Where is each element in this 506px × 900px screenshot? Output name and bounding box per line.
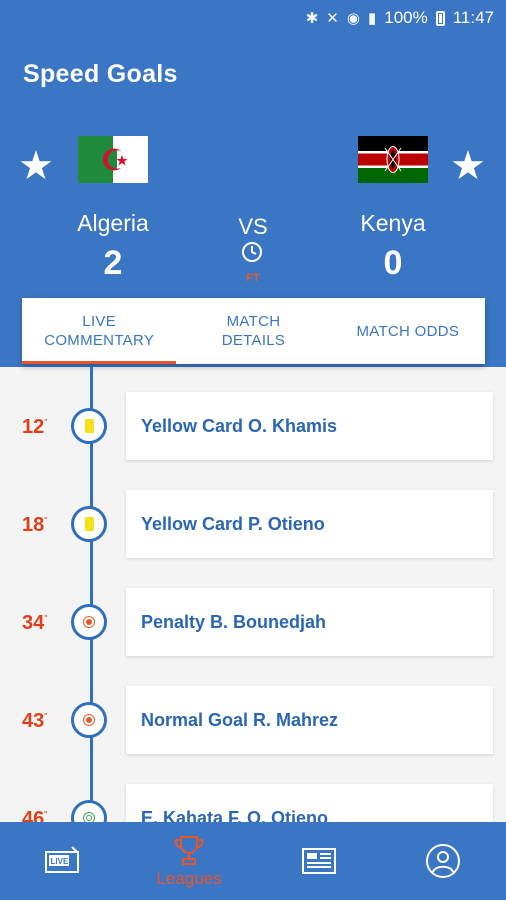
commentary-timeline[interactable]: 12" Yellow Card O. Khamis 18" Yellow Car… — [0, 367, 506, 822]
app-title: Speed Goals — [23, 60, 178, 88]
nav-leagues-label: Leagues — [156, 869, 222, 888]
match-tabs: LIVE COMMENTARY MATCH DETAILS MATCH ODDS — [22, 298, 485, 364]
tab-label-line1: MATCH ODDS — [356, 322, 460, 340]
timeline-event: 43" Normal Goal R. Mahrez — [0, 686, 506, 756]
tab-match-details[interactable]: MATCH DETAILS — [176, 298, 330, 364]
alarm-icon: ◉ — [346, 10, 360, 27]
yellow-card-icon — [71, 506, 107, 542]
kenya-flag-icon — [358, 136, 428, 183]
tab-label-line2: DETAILS — [221, 332, 286, 349]
yellow-card-icon — [71, 408, 107, 444]
signal-icon: ▮ — [367, 10, 377, 27]
nav-leagues-button[interactable]: Leagues — [126, 822, 252, 900]
live-icon-text: LIVE — [51, 857, 69, 866]
timeline-event: 34" Penalty B. Bounedjah — [0, 588, 506, 658]
event-card: Penalty B. Bounedjah — [126, 588, 493, 656]
home-team-name: Algeria — [77, 210, 149, 236]
match-status: FT — [246, 272, 260, 284]
event-card: Normal Goal R. Mahrez — [126, 686, 493, 754]
bluetooth-icon: ✱ — [305, 10, 319, 27]
event-minute: 12" — [22, 416, 48, 438]
tab-live-commentary[interactable]: LIVE COMMENTARY — [22, 298, 177, 364]
battery-icon — [435, 10, 445, 26]
event-minute: 43" — [22, 710, 48, 732]
trophy-icon — [174, 836, 204, 865]
vs-label: VS — [238, 214, 268, 239]
user-profile-icon — [426, 844, 460, 878]
live-tv-icon: LIVE — [45, 846, 79, 873]
clock-icon — [242, 242, 262, 262]
algeria-flag-icon — [78, 136, 148, 183]
nav-profile-button[interactable] — [380, 822, 506, 900]
status-bar: ✱ ✕ ◉ ▮ 100% 11:47 — [306, 6, 494, 30]
goal-ball-icon — [71, 702, 107, 738]
substitution-icon — [71, 800, 107, 822]
tab-label-line2: COMMENTARY — [44, 332, 155, 349]
mute-icon: ✕ — [326, 10, 339, 27]
nav-live-button[interactable]: LIVE — [0, 822, 126, 900]
event-minute: 34" — [22, 612, 48, 634]
favorite-home-star-icon[interactable]: ★ — [18, 146, 54, 186]
match-header: ✱ ✕ ◉ ▮ 100% 11:47 Speed Goals ★ ★ Alger… — [0, 0, 506, 367]
newspaper-icon — [302, 848, 336, 874]
bottom-navigation: LIVE Leagues — [0, 822, 506, 900]
tab-label-line1: MATCH — [226, 313, 281, 330]
timeline-event: 12" Yellow Card O. Khamis — [0, 392, 506, 462]
away-team-score: 0 — [383, 244, 403, 282]
home-team-score: 2 — [103, 244, 123, 282]
tab-label-line1: LIVE — [82, 313, 117, 330]
timeline-event: 18" Yellow Card P. Otieno — [0, 490, 506, 560]
penalty-ball-icon — [71, 604, 107, 640]
favorite-away-star-icon[interactable]: ★ — [450, 146, 486, 186]
event-card: E. Kahata F. O. Otieno — [126, 784, 493, 822]
battery-percent: 100% — [384, 8, 428, 27]
clock-time: 11:47 — [452, 8, 494, 27]
event-card: Yellow Card O. Khamis — [126, 392, 493, 460]
event-card: Yellow Card P. Otieno — [126, 490, 493, 558]
tab-match-odds[interactable]: MATCH ODDS — [331, 298, 485, 364]
timeline-event: 46" E. Kahata F. O. Otieno — [0, 784, 506, 822]
event-minute: 18" — [22, 514, 48, 536]
away-team-name: Kenya — [360, 210, 426, 236]
event-minute: 46" — [22, 808, 48, 822]
nav-news-button[interactable] — [256, 822, 382, 900]
